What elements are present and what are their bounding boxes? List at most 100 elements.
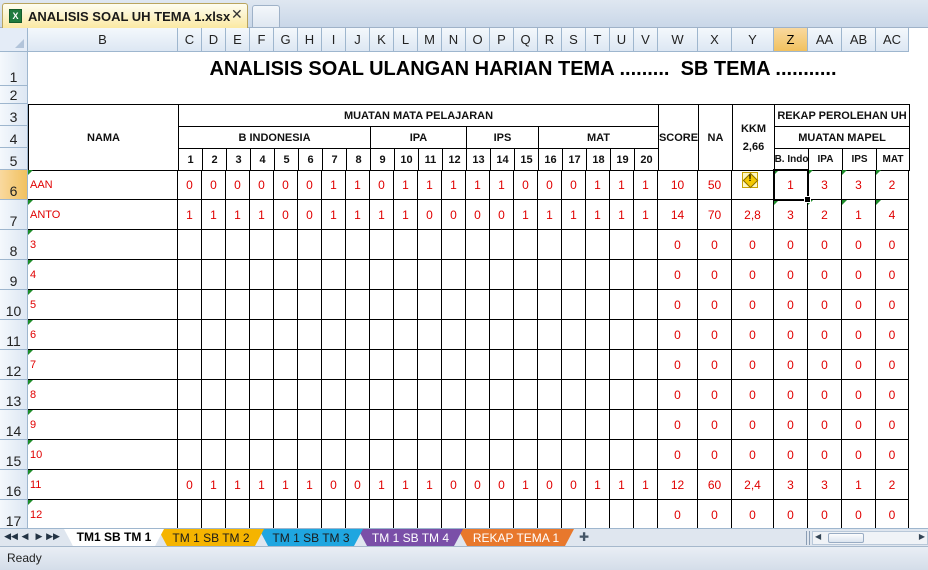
answer-cell[interactable] <box>394 350 418 380</box>
rekap-cell[interactable]: 0 <box>876 260 909 290</box>
answer-cell[interactable] <box>490 290 514 320</box>
answer-cell[interactable] <box>562 320 586 350</box>
answer-cell[interactable] <box>490 350 514 380</box>
answer-cell[interactable] <box>178 320 202 350</box>
rekap-cell[interactable]: 0 <box>774 230 808 260</box>
answer-cell[interactable] <box>346 320 370 350</box>
scroll-left-icon[interactable]: ◀ <box>815 532 821 541</box>
answer-cell[interactable]: 0 <box>562 470 586 500</box>
answer-cell[interactable] <box>202 320 226 350</box>
answer-cell[interactable]: 0 <box>466 470 490 500</box>
answer-cell[interactable]: 1 <box>346 200 370 230</box>
answer-cell[interactable]: 1 <box>634 200 658 230</box>
answer-cell[interactable] <box>370 290 394 320</box>
answer-cell[interactable] <box>634 440 658 470</box>
answer-cell[interactable] <box>202 410 226 440</box>
rekap-cell[interactable]: 0 <box>876 500 909 528</box>
answer-cell[interactable] <box>634 290 658 320</box>
answer-cell[interactable] <box>394 500 418 528</box>
rekap-cell[interactable]: 0 <box>842 290 876 320</box>
rekap-cell[interactable]: 0 <box>842 500 876 528</box>
answer-cell[interactable]: 0 <box>346 470 370 500</box>
column-header-y[interactable]: Y <box>732 28 774 52</box>
answer-cell[interactable] <box>610 440 634 470</box>
rekap-cell[interactable]: 0 <box>808 260 842 290</box>
answer-cell[interactable] <box>178 290 202 320</box>
answer-cell[interactable] <box>514 500 538 528</box>
rekap-cell[interactable]: 0 <box>842 320 876 350</box>
answer-cell[interactable] <box>250 260 274 290</box>
kkm-cell[interactable]: 0 <box>732 350 774 380</box>
answer-cell[interactable]: 0 <box>538 170 562 200</box>
rekap-cell[interactable]: 1 <box>774 170 808 200</box>
answer-cell[interactable] <box>298 500 322 528</box>
answer-cell[interactable]: 0 <box>178 470 202 500</box>
row-header-1[interactable]: 1 <box>0 52 28 86</box>
answer-cell[interactable]: 1 <box>202 470 226 500</box>
answer-cell[interactable] <box>418 350 442 380</box>
answer-cell[interactable] <box>202 230 226 260</box>
row-header-4[interactable]: 4 <box>0 126 28 148</box>
answer-cell[interactable] <box>514 410 538 440</box>
rekap-cell[interactable]: 0 <box>808 500 842 528</box>
answer-cell[interactable] <box>514 230 538 260</box>
answer-cell[interactable] <box>250 380 274 410</box>
rekap-cell[interactable]: 0 <box>876 290 909 320</box>
answer-cell[interactable] <box>490 230 514 260</box>
answer-cell[interactable] <box>586 410 610 440</box>
column-header-s[interactable]: S <box>562 28 586 52</box>
row-header-12[interactable]: 12 <box>0 350 28 380</box>
answer-cell[interactable] <box>250 410 274 440</box>
answer-cell[interactable] <box>610 290 634 320</box>
score-cell[interactable]: 0 <box>658 320 698 350</box>
answer-cell[interactable] <box>634 320 658 350</box>
answer-cell[interactable]: 1 <box>370 470 394 500</box>
answer-cell[interactable]: 1 <box>322 200 346 230</box>
column-header-v[interactable]: V <box>634 28 658 52</box>
answer-cell[interactable] <box>298 290 322 320</box>
answer-cell[interactable] <box>538 230 562 260</box>
answer-cell[interactable] <box>514 290 538 320</box>
answer-cell[interactable] <box>178 410 202 440</box>
answer-cell[interactable]: 1 <box>514 200 538 230</box>
answer-cell[interactable] <box>370 350 394 380</box>
answer-cell[interactable] <box>418 410 442 440</box>
column-header-c[interactable]: C <box>178 28 202 52</box>
student-name-cell[interactable]: 12 <box>28 500 178 528</box>
answer-cell[interactable] <box>538 260 562 290</box>
answer-cell[interactable] <box>274 500 298 528</box>
answer-cell[interactable] <box>394 410 418 440</box>
answer-cell[interactable] <box>394 290 418 320</box>
score-cell[interactable]: 0 <box>658 230 698 260</box>
column-header-k[interactable]: K <box>370 28 394 52</box>
kkm-cell[interactable]: 2,8 <box>732 200 774 230</box>
answer-cell[interactable] <box>322 290 346 320</box>
rekap-cell[interactable]: 3 <box>808 170 842 200</box>
na-cell[interactable]: 0 <box>698 260 732 290</box>
answer-cell[interactable] <box>466 290 490 320</box>
rekap-cell[interactable]: 0 <box>876 380 909 410</box>
rekap-cell[interactable]: 0 <box>876 320 909 350</box>
rekap-cell[interactable]: 3 <box>842 170 876 200</box>
answer-cell[interactable] <box>274 230 298 260</box>
column-header-w[interactable]: W <box>658 28 698 52</box>
kkm-cell[interactable]: 0 <box>732 320 774 350</box>
kkm-cell[interactable]: 0 <box>732 380 774 410</box>
answer-cell[interactable] <box>466 380 490 410</box>
rekap-cell[interactable]: 0 <box>876 440 909 470</box>
scrollbar-thumb[interactable] <box>828 533 864 543</box>
row-header-11[interactable]: 11 <box>0 320 28 350</box>
answer-cell[interactable] <box>226 440 250 470</box>
answer-cell[interactable]: 0 <box>370 170 394 200</box>
answer-cell[interactable] <box>250 320 274 350</box>
na-cell[interactable]: 0 <box>698 350 732 380</box>
answer-cell[interactable] <box>394 380 418 410</box>
rekap-cell[interactable]: 0 <box>808 440 842 470</box>
answer-cell[interactable] <box>274 350 298 380</box>
tab-split-handle[interactable] <box>806 531 810 545</box>
rekap-cell[interactable]: 0 <box>774 320 808 350</box>
answer-cell[interactable] <box>322 440 346 470</box>
answer-cell[interactable] <box>418 230 442 260</box>
answer-cell[interactable]: 0 <box>274 170 298 200</box>
answer-cell[interactable] <box>178 350 202 380</box>
